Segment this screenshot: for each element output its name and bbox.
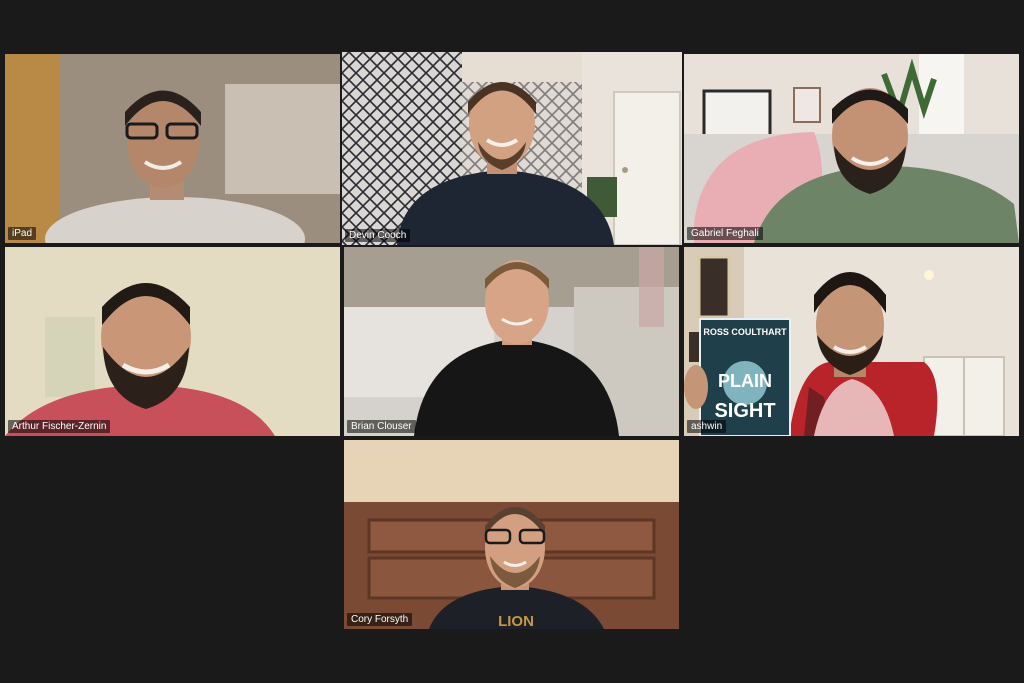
video-tile-ashwin[interactable]: ROSS COULTHART PLAIN SIGHT ashwin: [684, 247, 1019, 436]
video-tile-arthur-fischer-zernin[interactable]: Arthur Fischer-Zernin: [5, 247, 340, 436]
participant-name-label: ashwin: [687, 420, 727, 433]
participant-video: LION: [344, 440, 679, 629]
participant-name-label: iPad: [8, 227, 37, 240]
participant-name-label: Brian Clouser: [347, 420, 416, 433]
participant-video: [344, 247, 679, 436]
book-title-line2: SIGHT: [714, 400, 775, 422]
participant-name-label: Arthur Fischer-Zernin: [8, 420, 111, 433]
participant-video: [684, 54, 1019, 243]
video-tile-devin-cooch[interactable]: Devin Cooch: [342, 52, 682, 245]
participant-video: [342, 52, 682, 245]
participant-name-label: Gabriel Feghali: [687, 227, 763, 240]
participant-video: [5, 54, 340, 243]
book-author: ROSS COULTHART: [703, 327, 787, 337]
video-tile-ipad[interactable]: iPad: [5, 54, 340, 243]
participant-video: ROSS COULTHART PLAIN SIGHT: [684, 247, 1019, 436]
shirt-text: LION: [498, 613, 534, 629]
participant-name-label: Devin Cooch: [345, 229, 411, 242]
book-title-line1: PLAIN: [718, 371, 772, 391]
book-cover: ROSS COULTHART PLAIN SIGHT: [699, 318, 791, 436]
video-tile-cory-forsyth[interactable]: LION Cory Forsyth: [344, 440, 679, 629]
participant-video: [5, 247, 340, 436]
participant-name-label: Cory Forsyth: [347, 613, 413, 626]
video-tile-brian-clouser[interactable]: Brian Clouser: [344, 247, 679, 436]
video-tile-gabriel-feghali[interactable]: Gabriel Feghali: [684, 54, 1019, 243]
